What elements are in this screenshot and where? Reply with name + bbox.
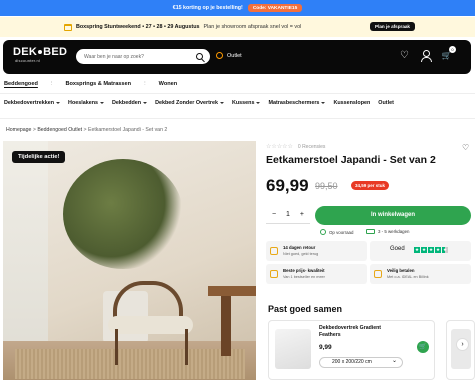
breadcrumb-home[interactable]: Homepage xyxy=(6,127,31,133)
subnav-dekbedovertrekken[interactable]: Dekbedovertrekken xyxy=(4,100,60,106)
promo-code-badge[interactable]: Code: VAKANTIE15 xyxy=(247,4,303,12)
trustpilot-stars-icon: ★ ★ ★ ★ ★ xyxy=(414,247,448,253)
quantity-stepper[interactable]: − 1 + xyxy=(266,206,310,224)
price-tag-icon xyxy=(270,270,278,278)
promo-text: €15 korting op je bestelling! xyxy=(172,5,243,11)
trust-sub: Niet goed, geld terug xyxy=(283,252,319,256)
rating-stars[interactable]: ☆☆☆☆☆ 0 Recensies xyxy=(266,143,326,151)
return-icon xyxy=(270,247,278,255)
trust-sub: Met o.a. iDEAL en Billink xyxy=(387,275,429,279)
separator: ⋮ xyxy=(142,81,148,87)
logo-second: BED xyxy=(43,46,68,58)
account-icon[interactable] xyxy=(420,50,432,62)
add-to-cart-icon[interactable]: 🛒 xyxy=(417,341,429,353)
logo-main: DEK xyxy=(13,46,38,58)
breadcrumb-parent[interactable]: Beddengoed Outlet xyxy=(37,127,82,133)
product-thumbnail[interactable] xyxy=(275,329,311,369)
search-input[interactable]: Waar ben je naar op zoek? xyxy=(76,49,210,64)
plant-shape xyxy=(63,159,183,269)
wishlist-icon[interactable] xyxy=(399,50,410,61)
carousel-next-icon[interactable]: › xyxy=(456,338,469,351)
check-icon xyxy=(320,229,326,235)
subnav-matrasbeschermers[interactable]: Matrasbeschermers xyxy=(268,100,325,106)
tab-beddengoed[interactable]: Beddengoed xyxy=(4,81,38,87)
subnav-dekbed-zonder-overtrek[interactable]: Dekbed Zonder Overtrek xyxy=(155,100,224,106)
review-count[interactable]: 0 Recensies xyxy=(298,144,326,150)
usp-delivery: 3 - 5 werkdagen xyxy=(366,229,410,234)
trust-box-trustpilot[interactable]: Goed ★ ★ ★ ★ ★ xyxy=(370,241,471,261)
product-price: 69,99 xyxy=(266,176,309,195)
calendar-icon xyxy=(64,23,72,31)
divider xyxy=(0,93,475,94)
recommend-card[interactable]: Dekbedovertrek Gradient Feathers 9,99 20… xyxy=(268,320,435,380)
tab-wonen[interactable]: Wonen xyxy=(159,81,178,87)
recommend-price: 9,99 xyxy=(319,344,332,351)
plan-appointment-button[interactable]: Plan je afspraak xyxy=(370,22,415,31)
trust-box-payment: Veilig betalen Met o.a. iDEAL en Billink xyxy=(370,264,471,284)
sub-navigation: Dekbedovertrekken Hoeslakens Dekbedden D… xyxy=(4,100,394,106)
lock-icon xyxy=(374,270,382,278)
separator: ⋮ xyxy=(48,81,55,87)
truck-icon xyxy=(366,229,375,234)
announcement-bold: Boxspring Stuntweekend • 27 • 28 • 29 Au… xyxy=(76,24,200,30)
recommend-name[interactable]: Dekbedovertrek Gradient Feathers xyxy=(319,325,399,339)
add-to-cart-button[interactable]: In winkelwagen xyxy=(315,206,471,225)
breadcrumb-separator: > xyxy=(83,127,87,133)
tab-boxsprings[interactable]: Boxsprings & Matrassen xyxy=(65,81,131,87)
plus-icon[interactable]: + xyxy=(300,211,304,218)
promo-topbar: €15 korting op je bestelling! Code: VAKA… xyxy=(0,0,475,16)
subnav-hoeslakens[interactable]: Hoeslakens xyxy=(68,100,104,106)
size-select[interactable]: 200 x 200/220 cm xyxy=(319,357,403,368)
cart-icon[interactable]: 0 xyxy=(441,46,456,61)
star-icon: ☆☆☆☆☆ xyxy=(266,144,293,150)
usp-delivery-text: 3 - 5 werkdagen xyxy=(378,229,410,234)
trust-title: Veilig betalen xyxy=(387,268,415,273)
logo[interactable]: DEK BED discounter.nl xyxy=(13,47,67,64)
chair-seat-shape xyxy=(108,316,193,334)
trust-box-value: Beste prijs- kwaliteit Van 1 bestseller … xyxy=(266,264,367,284)
divider xyxy=(0,118,475,119)
search-placeholder: Waar ben je naar op zoek? xyxy=(84,53,144,60)
saving-badge: 34,59 per stuk xyxy=(351,181,390,190)
promo-tag: Tijdelijke actie! xyxy=(12,151,66,163)
chair-leg-shape xyxy=(185,329,188,365)
announcement-text: Plan je showroom afspraak snel vol = vol xyxy=(203,24,302,30)
subnav-kussenslopen[interactable]: Kussenslopen xyxy=(333,100,370,106)
old-price: 99,50 xyxy=(315,181,338,191)
product-image[interactable] xyxy=(3,141,256,380)
chair-leg-shape xyxy=(115,329,118,365)
trust-title: 14 dagen retour xyxy=(283,245,316,250)
wishlist-heart-icon[interactable]: ♡ xyxy=(462,143,469,152)
logo-sub: discounter.nl xyxy=(15,58,41,63)
search-icon[interactable] xyxy=(196,53,203,60)
announcement-bar: Boxspring Stuntweekend • 27 • 28 • 29 Au… xyxy=(0,17,475,37)
category-tabs: Beddengoed ⋮ Boxsprings & Matrassen ⋮ Wo… xyxy=(4,81,177,87)
main-header: DEK BED discounter.nl Waar ben je naar op… xyxy=(3,40,471,74)
breadcrumb-separator: > xyxy=(32,127,36,133)
minus-icon[interactable]: − xyxy=(272,211,276,218)
quantity-value[interactable]: 1 xyxy=(286,211,290,218)
rug-shape xyxy=(15,349,245,379)
table-top-shape xyxy=(208,286,256,296)
outlet-icon xyxy=(216,52,223,59)
subnav-outlet[interactable]: Outlet xyxy=(378,100,394,106)
section-heading: Past goed samen xyxy=(268,304,343,314)
breadcrumb-current: Eetkamerstoel Japandi - Set van 2 xyxy=(87,127,168,133)
outlet-link[interactable]: Outlet xyxy=(216,52,242,59)
trust-sub: Van 1 bestseller en meer xyxy=(283,275,325,279)
product-title: Eetkamerstoel Japandi - Set van 2 xyxy=(266,154,436,166)
logo-dot-icon xyxy=(38,50,43,55)
trust-title: Beste prijs- kwaliteit xyxy=(283,268,325,273)
table-leg-shape xyxy=(221,296,231,356)
cart-count: 0 xyxy=(449,46,456,53)
breadcrumb: Homepage > Beddengoed Outlet > Eetkamers… xyxy=(6,127,167,133)
usp-stock: Op voorraad xyxy=(320,229,353,235)
trust-box-returns: 14 dagen retour Niet goed, geld terug xyxy=(266,241,367,261)
usp-stock-text: Op voorraad xyxy=(329,229,354,235)
trustpilot-label: Goed xyxy=(390,246,405,252)
header-icons: 0 xyxy=(399,46,456,62)
subnav-dekbedden[interactable]: Dekbedden xyxy=(112,100,147,106)
subnav-kussens[interactable]: Kussens xyxy=(232,100,260,106)
outlet-label: Outlet xyxy=(227,52,242,59)
